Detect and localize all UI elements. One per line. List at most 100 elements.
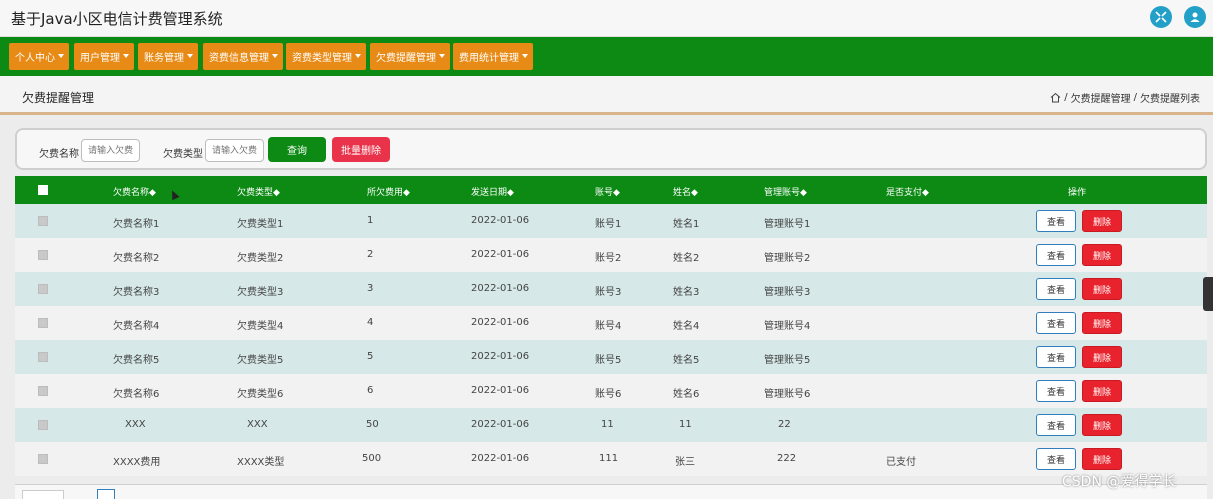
cell-fee: 1 xyxy=(367,215,374,226)
cell-date: 2022-01-06 xyxy=(471,453,530,464)
cell-name: 欠费名称6 xyxy=(113,389,160,400)
nav-item-user-management[interactable]: 用户管理 xyxy=(74,43,134,70)
delete-button[interactable]: 删除 xyxy=(1082,278,1122,300)
top-bar: 基于Java小区电信计费管理系统 xyxy=(0,0,1213,37)
fullscreen-icon[interactable] xyxy=(1150,6,1172,28)
pagination-bar xyxy=(15,484,1207,499)
cell-date: 2022-01-06 xyxy=(471,215,530,226)
view-button[interactable]: 查看 xyxy=(1036,210,1076,232)
home-icon[interactable] xyxy=(1050,92,1061,103)
cell-account: 账号6 xyxy=(595,389,622,400)
column-header-account[interactable]: 账号◆ xyxy=(595,185,620,198)
cell-manager-account: 222 xyxy=(777,453,797,464)
row-checkbox[interactable] xyxy=(38,352,48,362)
view-button[interactable]: 查看 xyxy=(1036,244,1076,266)
cell-type: XXXX类型 xyxy=(237,457,285,468)
row-checkbox[interactable] xyxy=(38,318,48,328)
cell-person-name: 姓名2 xyxy=(673,253,700,264)
table-header: 欠费名称◆ 欠费类型◆ 所欠费用◆ 发送日期◆ 账号◆ 姓名◆ 管理账号◆ 是否… xyxy=(15,176,1207,204)
view-button[interactable]: 查看 xyxy=(1036,278,1076,300)
row-checkbox[interactable] xyxy=(38,420,48,430)
delete-button[interactable]: 删除 xyxy=(1082,312,1122,334)
view-button[interactable]: 查看 xyxy=(1036,414,1076,436)
cell-name: 欠费名称5 xyxy=(113,355,160,366)
row-checkbox[interactable] xyxy=(38,250,48,260)
view-button[interactable]: 查看 xyxy=(1036,380,1076,402)
row-checkbox[interactable] xyxy=(38,454,48,464)
page-size-select[interactable] xyxy=(22,490,64,499)
nav-item-personal-center[interactable]: 个人中心 xyxy=(9,43,69,70)
cell-fee: 4 xyxy=(367,317,374,328)
cell-person-name: 张三 xyxy=(675,457,695,468)
nav-item-arrears-reminder-management[interactable]: 欠费提醒管理 xyxy=(370,43,450,70)
chevron-down-icon xyxy=(355,54,361,58)
view-button[interactable]: 查看 xyxy=(1036,346,1076,368)
column-header-type[interactable]: 欠费类型◆ xyxy=(237,185,280,198)
main-nav: 个人中心 用户管理 账务管理 资费信息管理 资费类型管理 欠费提醒管理 费用统计… xyxy=(0,37,1213,76)
cell-person-name: 姓名1 xyxy=(673,219,700,230)
arrears-type-input[interactable] xyxy=(205,139,264,162)
breadcrumb: / 欠费提醒管理 / 欠费提醒列表 xyxy=(1050,90,1200,105)
cell-manager-account: 管理账号6 xyxy=(764,389,811,400)
nav-item-tariff-info-management[interactable]: 资费信息管理 xyxy=(203,43,283,70)
side-drawer-handle[interactable] xyxy=(1203,277,1213,311)
delete-button[interactable]: 删除 xyxy=(1082,210,1122,232)
column-header-fee[interactable]: 所欠费用◆ xyxy=(367,185,410,198)
delete-button[interactable]: 删除 xyxy=(1082,448,1122,470)
delete-button[interactable]: 删除 xyxy=(1082,380,1122,402)
cell-name: 欠费名称4 xyxy=(113,321,160,332)
cell-fee: 6 xyxy=(367,385,374,396)
page-jump-input[interactable] xyxy=(97,489,115,499)
arrears-name-label: 欠费名称 xyxy=(39,149,79,160)
cell-date: 2022-01-06 xyxy=(471,283,530,294)
arrears-name-input[interactable] xyxy=(81,139,140,162)
breadcrumb-separator: / xyxy=(1133,92,1137,103)
column-header-manager-account[interactable]: 管理账号◆ xyxy=(764,185,807,198)
arrears-table: 欠费名称◆ 欠费类型◆ 所欠费用◆ 发送日期◆ 账号◆ 姓名◆ 管理账号◆ 是否… xyxy=(15,176,1207,476)
breadcrumb-level2: 欠费提醒列表 xyxy=(1140,94,1200,105)
cell-date: 2022-01-06 xyxy=(471,351,530,362)
view-button[interactable]: 查看 xyxy=(1036,448,1076,470)
delete-button[interactable]: 删除 xyxy=(1082,414,1122,436)
nav-item-billing-management[interactable]: 账务管理 xyxy=(138,43,198,70)
chevron-down-icon xyxy=(522,54,528,58)
chevron-down-icon xyxy=(58,54,64,58)
cell-account: 账号2 xyxy=(595,253,622,264)
query-button[interactable]: 查询 xyxy=(268,137,326,162)
cell-fee: 500 xyxy=(362,453,382,464)
cell-name: 欠费名称2 xyxy=(113,253,160,264)
cell-paid: 已支付 xyxy=(886,457,916,468)
user-avatar-icon[interactable] xyxy=(1184,6,1206,28)
chevron-down-icon xyxy=(272,54,278,58)
table-row: XXX XXX 50 2022-01-06 11 11 22 查看 删除 xyxy=(15,408,1207,442)
table-row: 欠费名称5 欠费类型5 5 2022-01-06 账号5 姓名5 管理账号5 查… xyxy=(15,340,1207,374)
batch-delete-button[interactable]: 批量删除 xyxy=(332,137,390,162)
cell-account: 账号5 xyxy=(595,355,622,366)
arrears-type-label: 欠费类型 xyxy=(163,149,203,160)
cell-date: 2022-01-06 xyxy=(471,249,530,260)
column-header-person-name[interactable]: 姓名◆ xyxy=(673,185,698,198)
cell-person-name: 11 xyxy=(679,419,692,430)
column-header-name[interactable]: 欠费名称◆ xyxy=(113,185,156,198)
delete-button[interactable]: 删除 xyxy=(1082,244,1122,266)
table-row: 欠费名称2 欠费类型2 2 2022-01-06 账号2 姓名2 管理账号2 查… xyxy=(15,238,1207,272)
column-header-paid[interactable]: 是否支付◆ xyxy=(886,185,929,198)
row-checkbox[interactable] xyxy=(38,216,48,226)
breadcrumb-level1[interactable]: 欠费提醒管理 xyxy=(1071,90,1131,105)
cell-manager-account: 管理账号1 xyxy=(764,219,811,230)
cell-date: 2022-01-06 xyxy=(471,385,530,396)
cell-type: 欠费类型4 xyxy=(237,321,284,332)
search-panel: 欠费名称 欠费类型 查询 批量删除 xyxy=(15,128,1207,170)
nav-item-tariff-type-management[interactable]: 资费类型管理 xyxy=(286,43,366,70)
column-header-date[interactable]: 发送日期◆ xyxy=(471,185,514,198)
row-checkbox[interactable] xyxy=(38,386,48,396)
select-all-checkbox[interactable] xyxy=(38,185,48,195)
cell-fee: 50 xyxy=(366,419,379,430)
nav-item-fee-statistics-management[interactable]: 费用统计管理 xyxy=(453,43,533,70)
cell-manager-account: 管理账号5 xyxy=(764,355,811,366)
view-button[interactable]: 查看 xyxy=(1036,312,1076,334)
delete-button[interactable]: 删除 xyxy=(1082,346,1122,368)
cell-account: 账号1 xyxy=(595,219,622,230)
column-header-actions: 操作 xyxy=(1068,188,1087,198)
row-checkbox[interactable] xyxy=(38,284,48,294)
